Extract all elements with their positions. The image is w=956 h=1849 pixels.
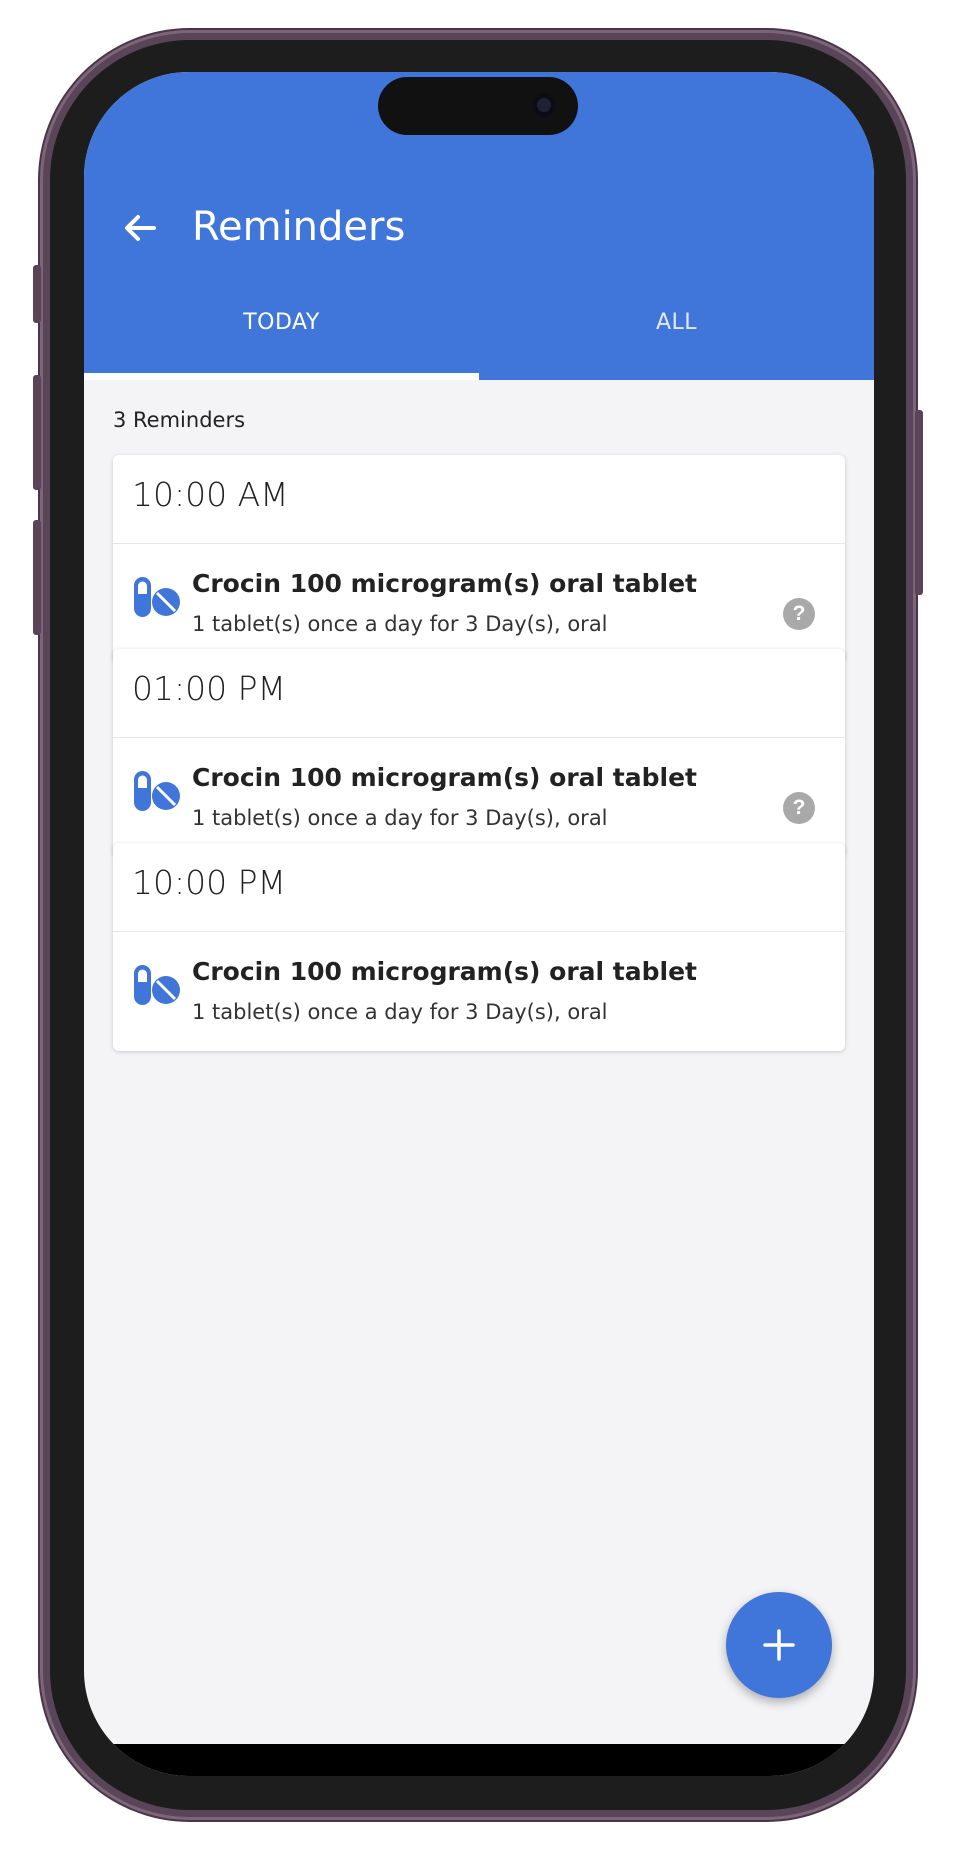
card-divider: [113, 931, 845, 932]
phone-volume-down-button: [33, 520, 41, 635]
phone-power-button: [915, 410, 923, 595]
tab-today[interactable]: TODAY: [84, 310, 479, 335]
reminder-card[interactable]: 10:00 PM Crocin 100 microgram(s) oral ta…: [113, 843, 845, 1051]
dynamic-island: [378, 77, 578, 135]
pills-icon: [134, 577, 180, 617]
reminders-count: 3 Reminders: [113, 408, 246, 432]
medication-name: Crocin 100 microgram(s) oral tablet: [192, 569, 697, 598]
phone-action-button: [33, 265, 41, 323]
card-divider: [113, 543, 845, 544]
page-title: Reminders: [192, 204, 406, 250]
arrow-left-icon: [125, 215, 156, 241]
medication-dosage: 1 tablet(s) once a day for 3 Day(s), ora…: [192, 612, 608, 636]
card-divider: [113, 737, 845, 738]
app-header: Reminders TODAY ALL: [84, 72, 874, 380]
medication-dosage: 1 tablet(s) once a day for 3 Day(s), ora…: [192, 806, 608, 830]
phone-volume-up-button: [33, 375, 41, 490]
medication-name: Crocin 100 microgram(s) oral tablet: [192, 763, 697, 792]
tab-all[interactable]: ALL: [479, 310, 874, 335]
app-screen: Reminders TODAY ALL 3 Reminders 10:00 AM…: [84, 72, 874, 1776]
add-reminder-button[interactable]: [726, 1592, 832, 1698]
active-tab-indicator: [84, 373, 479, 380]
medication-name: Crocin 100 microgram(s) oral tablet: [192, 957, 697, 986]
reminder-time: 10:00 PM: [132, 863, 286, 902]
back-button[interactable]: [118, 206, 162, 250]
bottom-bar: [84, 1744, 874, 1776]
medication-dosage: 1 tablet(s) once a day for 3 Day(s), ora…: [192, 1000, 608, 1024]
pills-icon: [134, 965, 180, 1005]
plus-icon: [763, 1629, 795, 1661]
help-icon[interactable]: ?: [783, 792, 815, 824]
pills-icon: [134, 771, 180, 811]
help-icon[interactable]: ?: [783, 598, 815, 630]
reminder-time: 01:00 PM: [132, 669, 286, 708]
camera-icon: [532, 93, 556, 117]
reminder-time: 10:00 AM: [132, 475, 289, 514]
reminder-card[interactable]: 01:00 PM Crocin 100 microgram(s) oral ta…: [113, 649, 845, 857]
reminder-card[interactable]: 10:00 AM Crocin 100 microgram(s) oral ta…: [113, 455, 845, 663]
